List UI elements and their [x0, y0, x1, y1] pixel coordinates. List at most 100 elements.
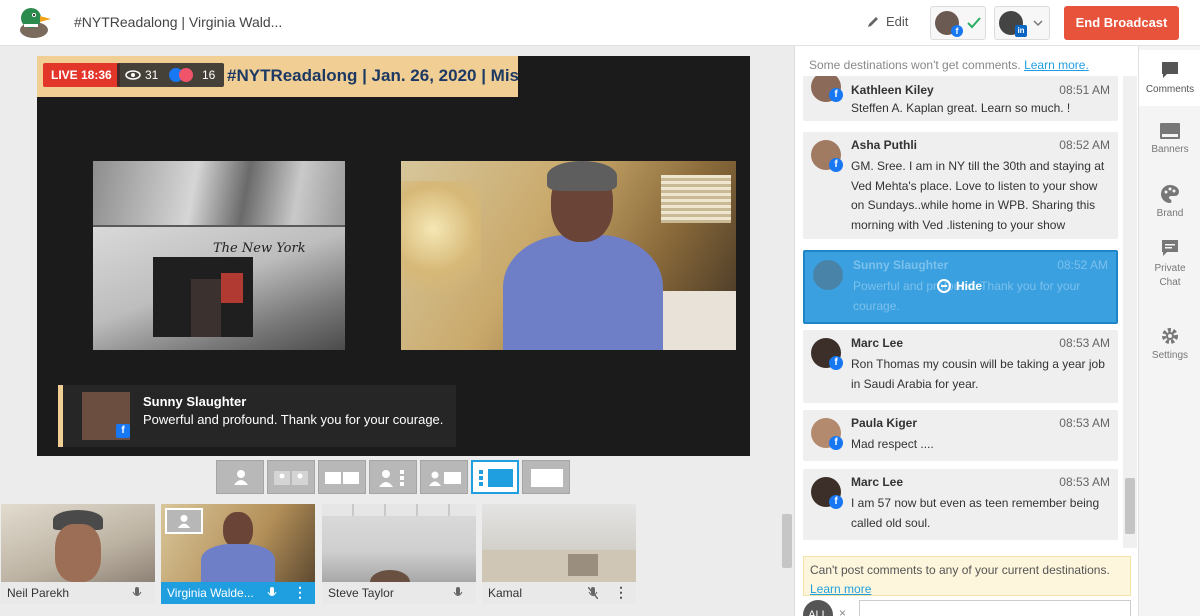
comment-input[interactable]: [859, 600, 1131, 616]
comments-scrollbar[interactable]: [1123, 76, 1137, 548]
comment-text: I am 57 now but even as teen remember be…: [851, 496, 1100, 530]
comment-card[interactable]: f Kathleen Kiley 08:51 AM Steffen A. Kap…: [803, 76, 1118, 121]
comment-time: 08:53 AM: [1059, 336, 1110, 350]
layout-solo-button[interactable]: [216, 460, 264, 494]
person-icon: [234, 470, 248, 485]
speaker-hair: [547, 161, 617, 191]
comment-card[interactable]: f Marc Lee 08:53 AM I am 57 now but even…: [803, 469, 1118, 540]
chat-icon: [1162, 240, 1178, 256]
minus-circle-icon: [937, 279, 951, 293]
rail-banners[interactable]: Banners: [1139, 112, 1200, 168]
comments-notice-text: Some destinations won't get comments.: [809, 58, 1021, 72]
live-indicator: LIVE 18:36: [43, 63, 120, 87]
guest-camera: [482, 504, 636, 582]
comment-card[interactable]: f Asha Puthli 08:52 AM GM. Sree. I am in…: [803, 132, 1118, 239]
warning-learn-more-link[interactable]: Learn more: [810, 582, 871, 596]
layout-leader-button[interactable]: [318, 460, 366, 494]
comment-author: Marc Lee: [851, 475, 904, 489]
lamp-glow: [401, 181, 481, 301]
end-broadcast-button[interactable]: End Broadcast: [1064, 6, 1179, 40]
banner-icon: [1160, 123, 1180, 139]
guest-camera: [161, 504, 315, 584]
side-rail: Comments Banners Brand Private Chat Sett…: [1138, 46, 1200, 616]
guest-tile[interactable]: Neil Parekh: [1, 504, 155, 604]
ceiling-tiles: [322, 504, 476, 516]
rail-comments[interactable]: Comments: [1139, 50, 1200, 106]
rail-settings[interactable]: Settings: [1139, 316, 1200, 372]
microphone-icon[interactable]: [453, 587, 463, 599]
scrollbar-thumb[interactable]: [1125, 478, 1135, 534]
close-icon[interactable]: ×: [839, 606, 846, 616]
rail-label: Banners: [1151, 144, 1189, 155]
scrollbar-thumb[interactable]: [782, 514, 792, 568]
more-options-icon[interactable]: ⋮: [293, 584, 307, 601]
guest-face: [55, 524, 101, 582]
comment-time: 08:51 AM: [1059, 83, 1110, 97]
guest-face: [223, 512, 253, 548]
layout-blank-button[interactable]: [522, 460, 570, 494]
top-bar: #NYTReadalong | Virginia Wald... Edit f …: [0, 0, 1200, 46]
guest-tile[interactable]: Virginia Walde... ⋮: [161, 504, 315, 604]
comment-time: 08:52 AM: [1059, 138, 1110, 152]
guest-camera: [1, 504, 155, 582]
newspaper-flag: [221, 273, 243, 303]
layout-pip-button[interactable]: [420, 460, 468, 494]
guest-name: Kamal: [482, 582, 636, 604]
newspaper-top-image: [93, 161, 345, 225]
comment-card-hovered[interactable]: Sunny Slaughter 08:52 AM Powerful and pr…: [803, 250, 1118, 324]
check-icon: [967, 17, 981, 29]
comment-text: Mad respect ....: [851, 437, 934, 451]
on-stage-badge: [165, 508, 203, 534]
rail-brand[interactable]: Brand: [1139, 174, 1200, 230]
featured-comment-name: Sunny Slaughter: [143, 394, 247, 409]
broadcast-stage: #NYTReadalong | Jan. 26, 2020 | Miss Vir…: [37, 56, 750, 456]
microphone-icon[interactable]: [132, 587, 142, 599]
room-wall: [482, 550, 636, 582]
heart-icon: [179, 68, 193, 82]
facebook-icon: f: [829, 356, 843, 370]
duck-logo-icon[interactable]: [14, 4, 54, 40]
hide-comment-button[interactable]: Hide: [937, 279, 982, 293]
guest-tray: Neil Parekh Virginia Walde... ⋮ Steve Ta…: [0, 504, 780, 616]
rail-label: Settings: [1151, 350, 1189, 361]
comment-card[interactable]: f Paula Kiger 08:53 AM Mad respect ....: [803, 410, 1118, 461]
pencil-icon: [868, 16, 878, 27]
destination-selector[interactable]: ALL: [803, 600, 833, 616]
eye-icon: [125, 70, 141, 80]
guest-tile[interactable]: Steve Taylor: [322, 504, 476, 604]
stats-badge: 31 16: [117, 63, 224, 87]
guest-tile[interactable]: Kamal ⋮: [482, 504, 636, 604]
comment-time: 08:53 AM: [1059, 416, 1110, 430]
broadcast-title: #NYTReadalong | Virginia Wald...: [74, 14, 283, 30]
facebook-icon: f: [116, 424, 130, 438]
more-options-icon[interactable]: ⋮: [614, 584, 628, 601]
newspaper-video-feed[interactable]: The New York Times: [93, 161, 345, 350]
featured-comment-overlay: f Sunny Slaughter Powerful and profound.…: [58, 385, 456, 447]
reaction-count: 16: [202, 68, 216, 82]
layout-group-button[interactable]: [267, 460, 315, 494]
facebook-icon: f: [829, 88, 843, 102]
linkedin-icon: in: [1015, 25, 1027, 37]
learn-more-link[interactable]: Learn more.: [1024, 58, 1089, 72]
destination-facebook[interactable]: f: [930, 6, 986, 40]
speaker-video-feed[interactable]: [401, 161, 736, 350]
layout-thin-button[interactable]: [369, 460, 417, 494]
comment-time: 08:52 AM: [1057, 258, 1108, 272]
comment-author: Kathleen Kiley: [851, 83, 934, 97]
featured-comment-text: Powerful and profound. Thank you for you…: [143, 412, 444, 427]
layout-selector: [216, 460, 570, 494]
comment-author: Paula Kiger: [851, 416, 918, 430]
comment-text: Steffen A. Kaplan great. Learn so much. …: [851, 101, 1071, 115]
layout-screen-button[interactable]: [471, 460, 519, 494]
guest-camera: [322, 504, 476, 594]
comment-card[interactable]: f Marc Lee 08:53 AM Ron Thomas my cousin…: [803, 330, 1118, 403]
guest-tray-scrollbar[interactable]: [780, 504, 794, 616]
comment-icon: [1162, 62, 1178, 78]
microphone-icon[interactable]: [267, 587, 277, 599]
edit-button[interactable]: Edit: [866, 14, 908, 29]
microphone-muted-icon[interactable]: [588, 587, 598, 599]
bed: [656, 291, 736, 350]
destination-linkedin[interactable]: in: [994, 6, 1050, 40]
rail-private-chat[interactable]: Private Chat: [1139, 236, 1200, 302]
comment-text: GM. Sree. I am in NY till the 30th and s…: [851, 159, 1105, 232]
